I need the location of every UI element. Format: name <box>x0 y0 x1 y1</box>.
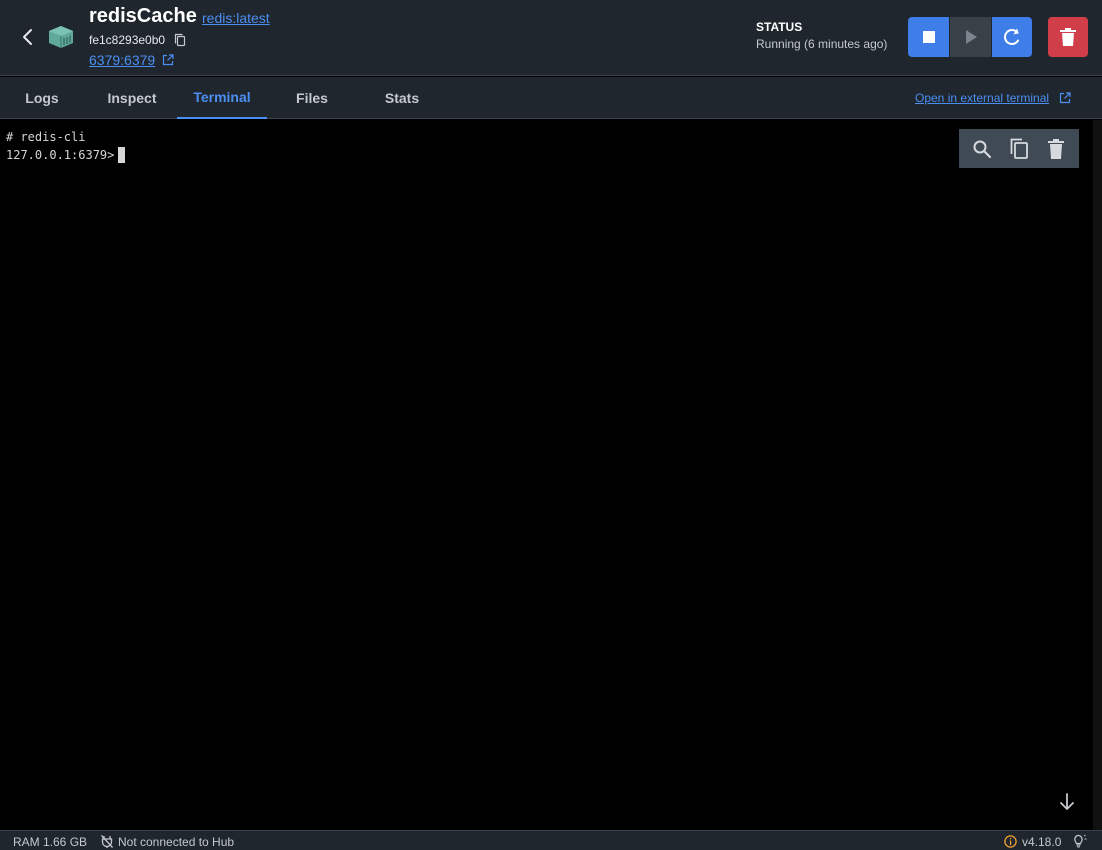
copy-button[interactable] <box>1007 137 1031 161</box>
back-arrow-icon[interactable] <box>18 26 38 48</box>
tab-files[interactable]: Files <box>284 77 340 119</box>
search-icon <box>973 140 991 158</box>
terminal-line: # redis-cli <box>6 130 86 144</box>
terminal-toolbar <box>959 129 1079 168</box>
tab-stats[interactable]: Stats <box>372 77 432 119</box>
warning-icon[interactable] <box>1004 835 1017 848</box>
terminal-scrollbar[interactable] <box>1093 120 1102 830</box>
container-name: redisCache <box>89 5 197 27</box>
tab-inspect[interactable]: Inspect <box>100 77 164 119</box>
container-id: fe1c8293e0b0 <box>89 33 166 47</box>
port-link[interactable]: 6379:6379 <box>89 51 155 69</box>
container-icon <box>49 26 73 48</box>
external-link-icon[interactable] <box>162 54 174 66</box>
scroll-to-bottom-icon[interactable] <box>1056 791 1078 813</box>
status-text: Running (6 minutes ago) <box>756 37 888 51</box>
copy-icon[interactable] <box>174 33 186 47</box>
hub-status: Not connected to Hub <box>118 835 235 849</box>
container-header: redisCache redis:latest fe1c8293e0b0 637… <box>0 0 1102 76</box>
start-button[interactable] <box>950 17 991 57</box>
terminal-prompt: 127.0.0.1:6379> <box>6 148 122 162</box>
hub-disconnected-icon <box>101 835 113 848</box>
status-label: STATUS <box>756 20 803 34</box>
trash-icon <box>1060 28 1076 46</box>
terminal-pane[interactable]: # redis-cli 127.0.0.1:6379> <box>0 120 1102 830</box>
external-link-icon[interactable] <box>1059 92 1071 104</box>
trash-icon <box>1048 138 1065 159</box>
stop-button[interactable] <box>908 17 949 57</box>
clear-button[interactable] <box>1044 137 1068 161</box>
image-link[interactable]: redis:latest <box>202 9 270 27</box>
tab-terminal[interactable]: Terminal <box>177 77 267 119</box>
stop-icon <box>922 31 935 43</box>
search-button[interactable] <box>970 137 994 161</box>
lightbulb-icon[interactable] <box>1071 834 1087 849</box>
status-bar: RAM 1.66 GB Not connected to Hub v4.18.0 <box>0 830 1102 850</box>
play-icon <box>965 30 977 44</box>
ram-usage: RAM 1.66 GB <box>13 835 88 849</box>
copy-icon <box>1010 138 1028 159</box>
tab-bar: Logs Inspect Terminal Files Stats Open i… <box>0 77 1102 119</box>
restart-button[interactable] <box>992 17 1032 57</box>
restart-icon <box>1004 28 1020 45</box>
delete-button[interactable] <box>1048 17 1088 57</box>
terminal-cursor <box>118 147 125 163</box>
open-external-terminal-link[interactable]: Open in external terminal <box>915 90 1049 106</box>
version-label: v4.18.0 <box>1022 835 1062 849</box>
tab-logs[interactable]: Logs <box>12 77 72 119</box>
